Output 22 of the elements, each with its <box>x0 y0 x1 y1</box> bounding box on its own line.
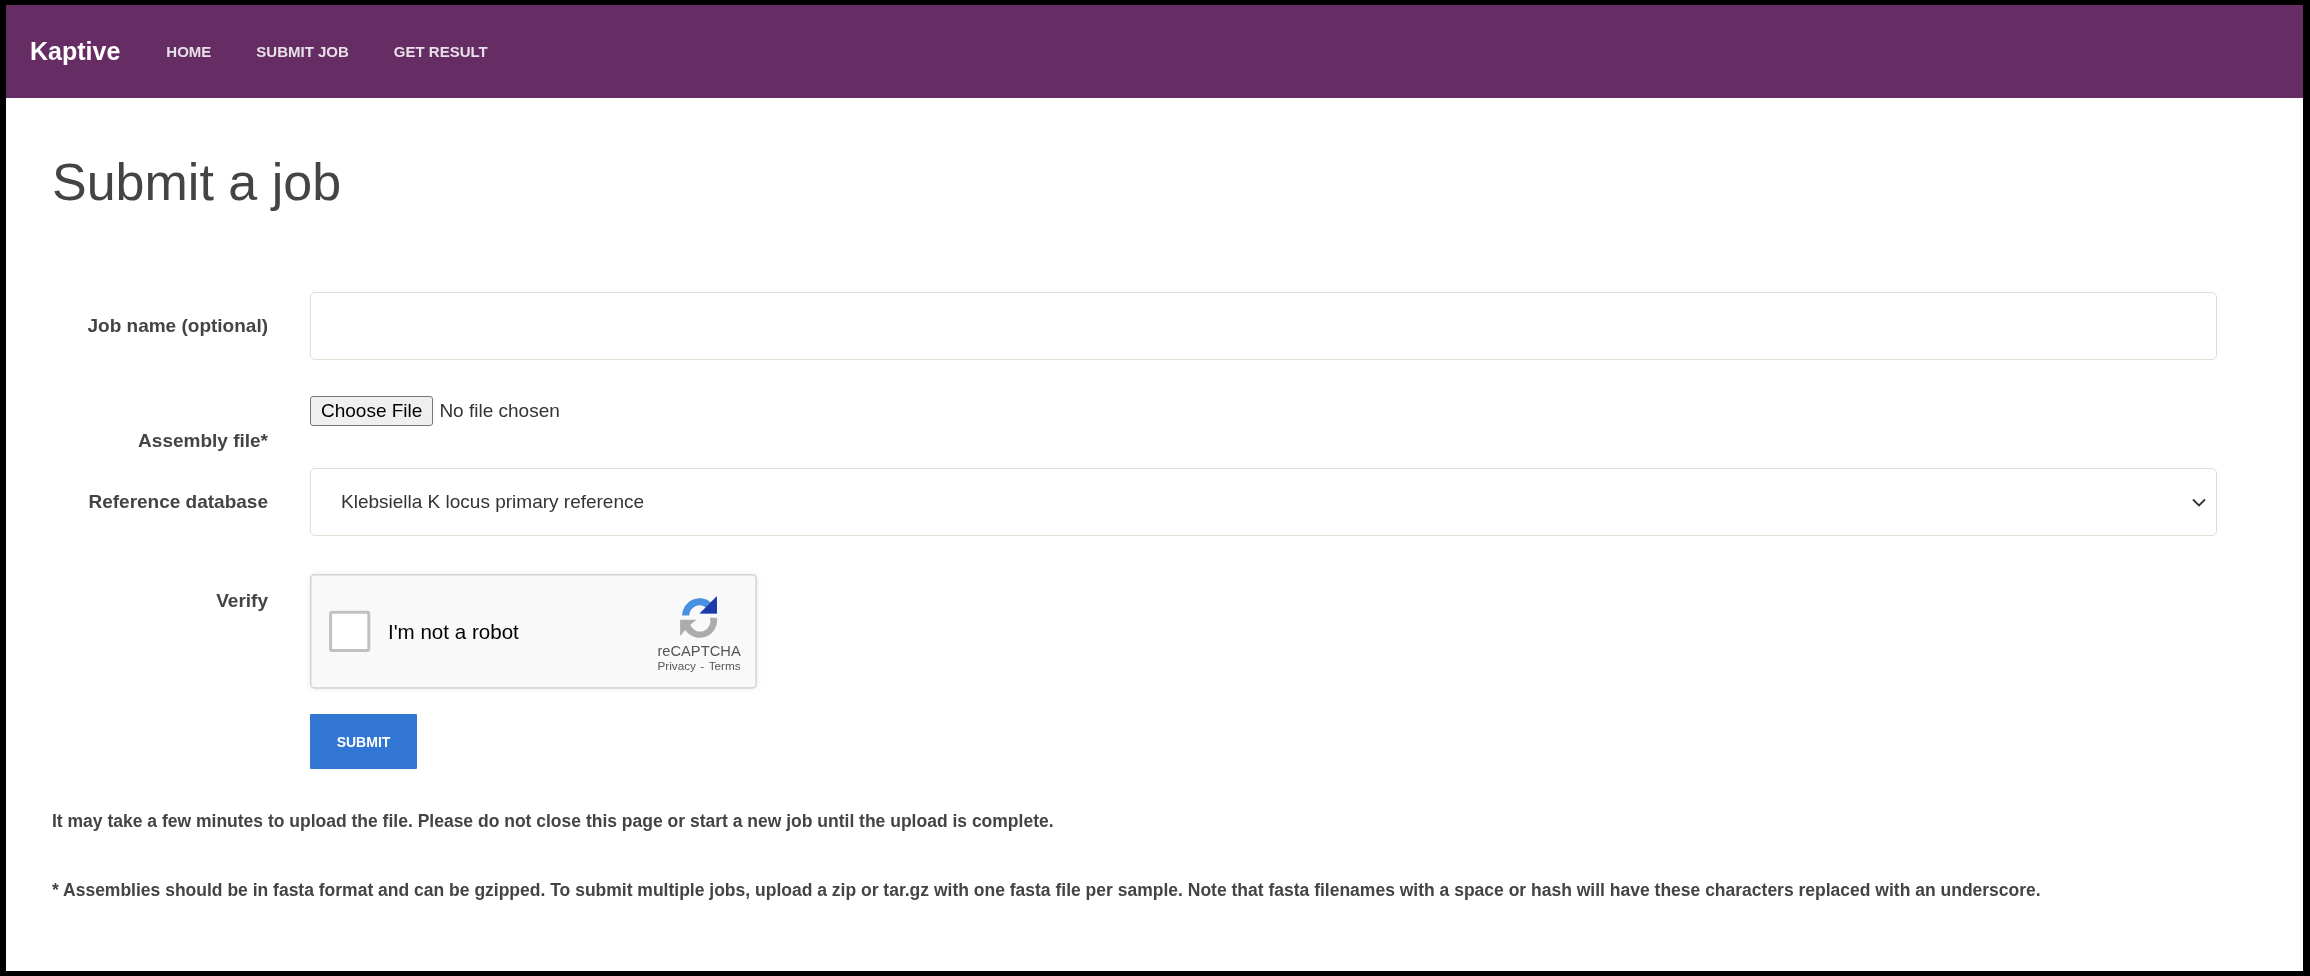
database-dropdown[interactable]: Klebsiella K locus primary reference <box>310 468 2217 536</box>
brand-link[interactable]: Kaptive <box>30 37 121 66</box>
submit-button[interactable]: SUBMIT <box>310 714 417 769</box>
nav-link[interactable]: HOME <box>166 43 212 60</box>
file-status: No file chosen <box>439 400 560 422</box>
note-text: * Assemblies should be in fasta format and can be gzipped. To submit multiple jobs, upload a zip or tar.gz with one fasta file per sample. Note that fasta filenames with a space or hash will have these characters replaced with an underscore. <box>52 880 2042 901</box>
separator: - <box>700 659 705 673</box>
choose-file-button[interactable]: Choose File <box>310 396 434 426</box>
terms-link[interactable]: Terms <box>708 659 741 673</box>
privacy-link[interactable]: Privacy <box>657 659 696 673</box>
nav-link[interactable]: GET RESULT <box>393 43 488 60</box>
field-label: Job name (optional) <box>86 315 268 337</box>
job-name-field[interactable] <box>310 292 2217 360</box>
note-text: It may take a few minutes to upload the file. Please do not close this page or start a new job until the upload is complete. <box>52 811 1055 832</box>
chevron-down-icon <box>2192 497 2206 507</box>
field-label: Assembly file* <box>137 430 268 452</box>
captcha-brand: reCAPTCHA <box>657 643 741 660</box>
nav-link[interactable]: SUBMIT JOB <box>256 43 349 60</box>
captcha-label: I'm not a robot <box>387 619 520 644</box>
field-label: Reference database <box>87 491 268 513</box>
field-label: Verify <box>215 590 268 612</box>
checkbox[interactable] <box>329 610 371 652</box>
